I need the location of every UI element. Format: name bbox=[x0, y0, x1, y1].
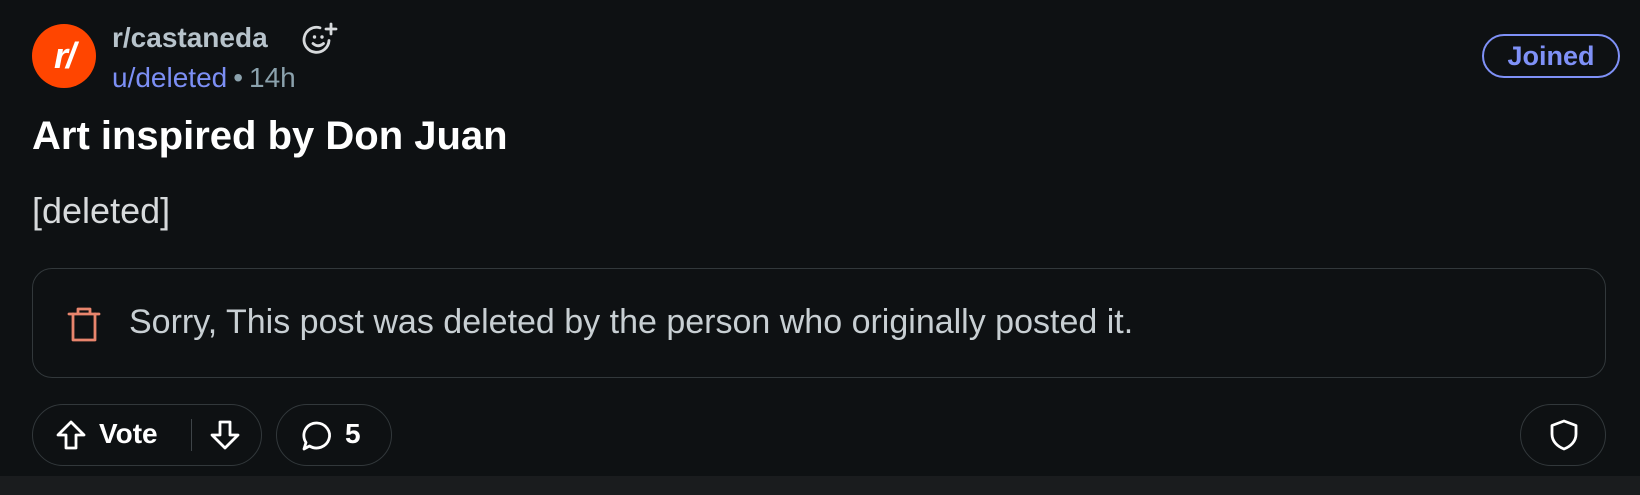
add-flair-emoji-icon[interactable] bbox=[302, 20, 340, 58]
meta-separator: • bbox=[233, 62, 244, 93]
post-meta: u/deleted • 14h bbox=[112, 62, 296, 94]
deleted-notice-text: Sorry, This post was deleted by the pers… bbox=[129, 303, 1134, 341]
comment-count: 5 bbox=[345, 418, 361, 449]
mod-shield-button[interactable] bbox=[1520, 404, 1606, 466]
deleted-notice: Sorry, This post was deleted by the pers… bbox=[32, 268, 1606, 378]
subreddit-name[interactable]: r/castaneda bbox=[112, 22, 268, 54]
vote-divider bbox=[191, 419, 192, 451]
subreddit-avatar-text: r/ bbox=[53, 35, 76, 76]
comments-button[interactable]: 5 bbox=[276, 404, 392, 466]
trash-icon bbox=[67, 307, 101, 342]
post-title[interactable]: Art inspired by Don Juan bbox=[32, 114, 508, 159]
feed-divider-strip bbox=[0, 476, 1640, 495]
post-card: r/ r/castaneda u/deleted • 14h Joined Art … bbox=[0, 0, 1640, 476]
downvote-arrow-icon[interactable] bbox=[209, 419, 241, 451]
post-body: [deleted] bbox=[32, 190, 171, 231]
author-link[interactable]: u/deleted bbox=[112, 62, 227, 93]
shield-icon bbox=[1550, 419, 1578, 451]
joined-button[interactable]: Joined bbox=[1482, 34, 1620, 78]
vote-group: Vote bbox=[32, 404, 262, 466]
upvote-arrow-icon[interactable] bbox=[55, 419, 87, 451]
vote-label: Vote bbox=[99, 418, 158, 449]
post-age: 14h bbox=[249, 62, 296, 93]
subreddit-avatar[interactable]: r/ bbox=[32, 24, 96, 88]
comment-bubble-icon bbox=[302, 421, 331, 451]
